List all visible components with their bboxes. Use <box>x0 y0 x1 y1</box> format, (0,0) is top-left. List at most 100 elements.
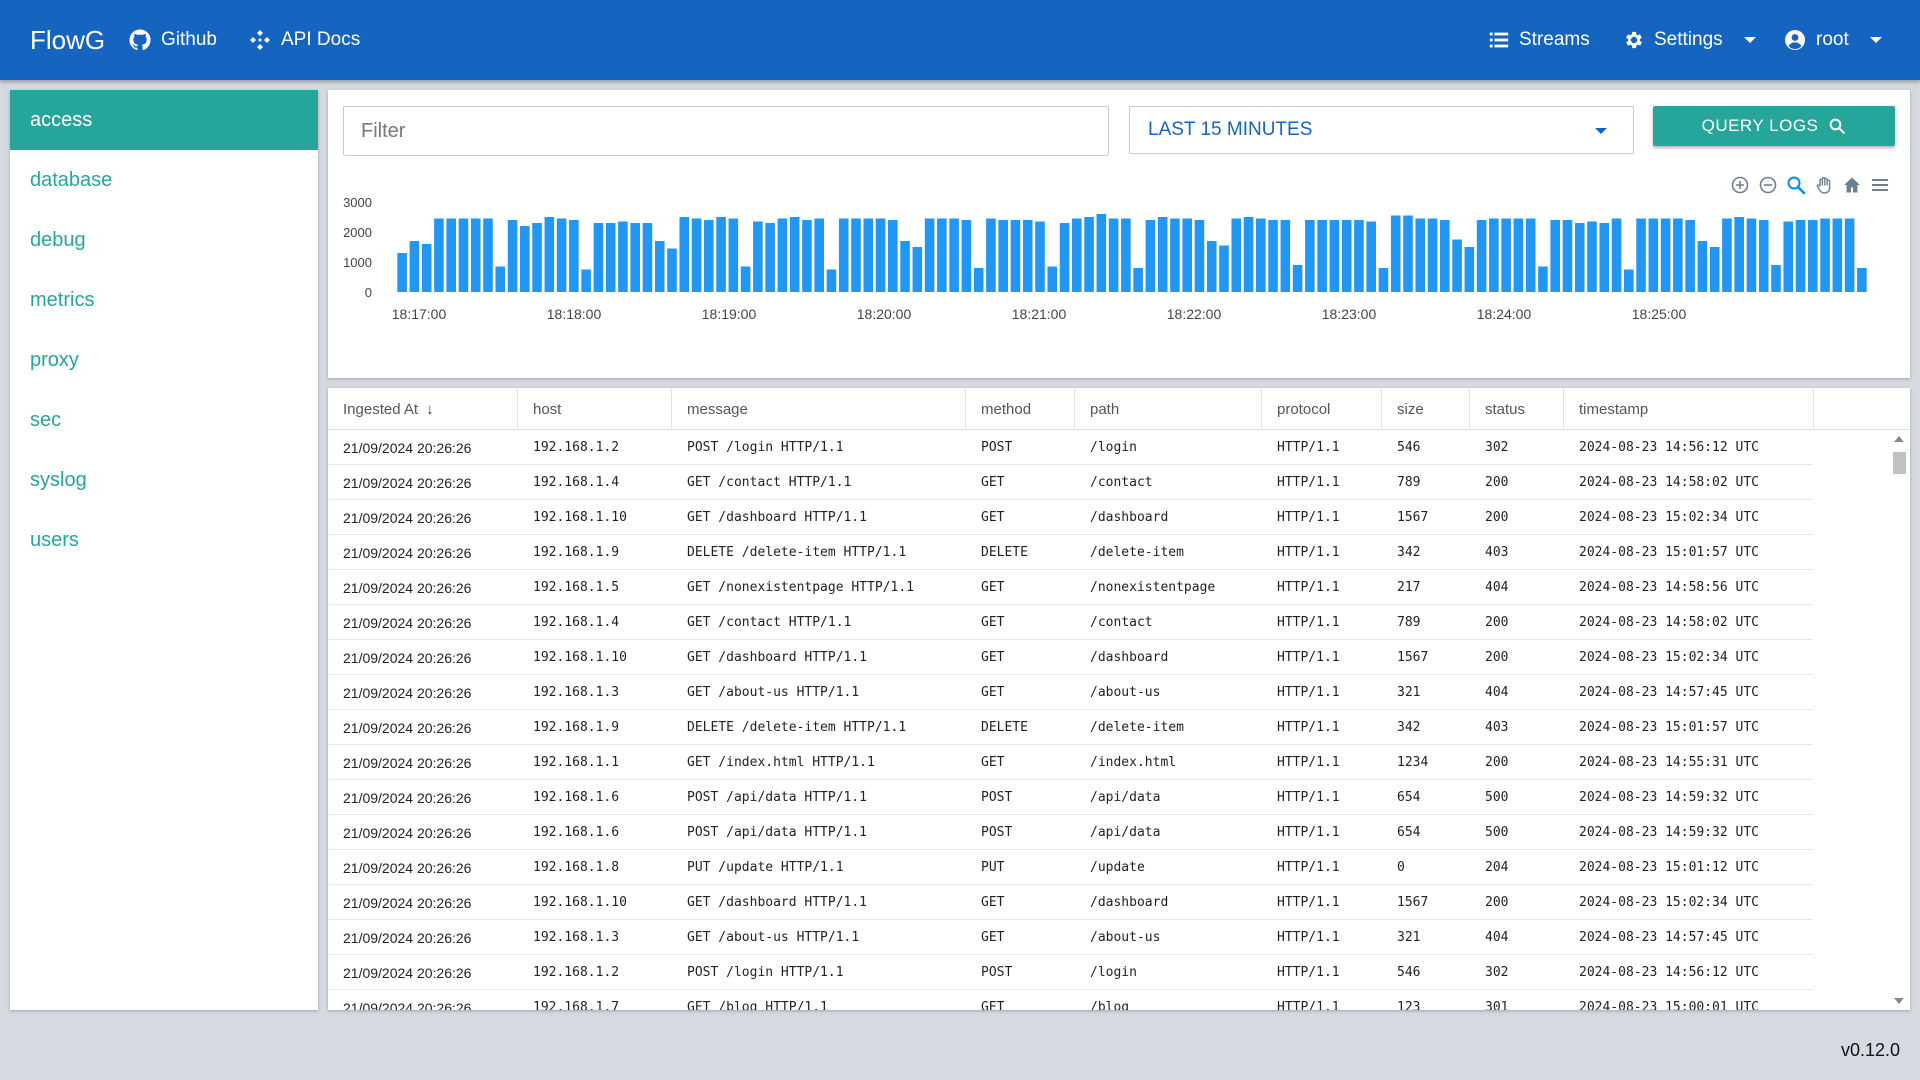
sidebar-item-proxy[interactable]: proxy <box>10 330 318 390</box>
github-link[interactable]: Github <box>128 27 217 53</box>
histogram-bar[interactable] <box>1341 220 1352 292</box>
histogram-bar[interactable] <box>1648 218 1659 293</box>
sidebar-item-users[interactable]: users <box>10 510 318 570</box>
histogram-bar[interactable] <box>1808 220 1818 292</box>
histogram-bar[interactable] <box>740 266 751 293</box>
histogram-bar[interactable] <box>1096 214 1107 292</box>
streams-link[interactable]: Streams <box>1488 27 1590 53</box>
histogram-bar[interactable] <box>544 217 555 292</box>
table-row[interactable]: 21/09/2024 20:26:26 192.168.1.6 POST /api/… <box>328 780 1813 815</box>
table-row[interactable]: 21/09/2024 20:26:26 192.168.1.10 GET /dash… <box>328 640 1813 675</box>
table-row[interactable]: 21/09/2024 20:26:26 192.168.1.3 GET /about… <box>328 675 1813 710</box>
histogram-bar[interactable] <box>1464 247 1475 292</box>
histogram-bar[interactable] <box>1722 218 1732 293</box>
histogram-bar[interactable] <box>753 221 763 293</box>
table-row[interactable]: 21/09/2024 20:26:26 192.168.1.2 POST /logi… <box>328 955 1813 990</box>
sidebar-item-metrics[interactable]: metrics <box>10 270 318 330</box>
sidebar-item-access[interactable]: access <box>10 90 318 150</box>
histogram-bar[interactable] <box>1415 218 1426 293</box>
histogram-bar[interactable] <box>520 226 530 292</box>
settings-menu[interactable]: Settings <box>1623 27 1756 53</box>
histogram-bar[interactable] <box>1219 245 1229 293</box>
histogram-bar[interactable] <box>826 269 837 293</box>
histogram-bar[interactable] <box>691 218 702 293</box>
column-header-protocol[interactable]: protocol <box>1262 388 1382 430</box>
sidebar-item-database[interactable]: database <box>10 150 318 210</box>
histogram-bar[interactable] <box>716 217 726 292</box>
histogram-bar[interactable] <box>1280 220 1291 292</box>
histogram-bar[interactable] <box>1795 220 1806 292</box>
filter-input[interactable] <box>343 106 1109 156</box>
histogram-bar[interactable] <box>605 223 616 292</box>
scroll-down-arrow-icon[interactable] <box>1894 998 1904 1004</box>
histogram-bar[interactable] <box>875 218 886 293</box>
histogram-bar[interactable] <box>667 248 677 293</box>
table-scrollbar[interactable] <box>1888 430 1910 1010</box>
column-header-host[interactable]: host <box>518 388 672 430</box>
histogram-bar[interactable] <box>1059 223 1070 292</box>
table-row[interactable]: 21/09/2024 20:26:26 192.168.1.7 GET /blog … <box>328 990 1813 1011</box>
table-row[interactable]: 21/09/2024 20:26:26 192.168.1.4 GET /conta… <box>328 605 1813 640</box>
histogram-bar[interactable] <box>495 266 506 293</box>
histogram-bar[interactable] <box>1035 221 1045 293</box>
histogram-bar[interactable] <box>937 218 947 293</box>
histogram-bar[interactable] <box>1440 220 1450 292</box>
histogram-bar[interactable] <box>1170 218 1180 293</box>
histogram-bar[interactable] <box>1660 218 1671 293</box>
histogram-bar[interactable] <box>814 218 824 293</box>
brand-logo[interactable]: FlowG <box>30 25 105 55</box>
histogram-bar[interactable] <box>1243 217 1254 292</box>
histogram-bar[interactable] <box>581 269 591 293</box>
histogram-bar[interactable] <box>1857 268 1867 292</box>
histogram-bar[interactable] <box>569 220 579 292</box>
histogram-bar[interactable] <box>1072 218 1082 293</box>
histogram-bar[interactable] <box>1783 221 1794 293</box>
table-row[interactable]: 21/09/2024 20:26:26 192.168.1.6 POST /api/… <box>328 815 1813 850</box>
histogram-bar[interactable] <box>1047 266 1058 293</box>
query-logs-button[interactable]: QUERY LOGS <box>1653 106 1895 146</box>
histogram-bar[interactable] <box>998 220 1008 292</box>
table-row[interactable]: 21/09/2024 20:26:26 192.168.1.5 GET /nonex… <box>328 570 1813 605</box>
histogram-bar[interactable] <box>1182 218 1192 293</box>
histogram-bar[interactable] <box>912 247 923 292</box>
histogram-bar[interactable] <box>1685 220 1695 292</box>
histogram-bar[interactable] <box>642 223 653 292</box>
histogram-bar[interactable] <box>1121 218 1131 293</box>
histogram-bar[interactable] <box>1010 220 1021 292</box>
histogram-bar[interactable] <box>1366 221 1376 293</box>
table-row[interactable]: 21/09/2024 20:26:26 192.168.1.4 GET /conta… <box>328 465 1813 500</box>
histogram-bar[interactable] <box>679 217 690 292</box>
histogram-bar[interactable] <box>1599 223 1610 292</box>
histogram-bar[interactable] <box>1501 218 1511 293</box>
histogram-bar[interactable] <box>1697 241 1708 292</box>
histogram-bar[interactable] <box>789 217 800 292</box>
histogram-bar[interactable] <box>1194 220 1205 292</box>
histogram-bar[interactable] <box>593 223 604 292</box>
histogram-bar[interactable] <box>458 218 469 293</box>
histogram-bar[interactable] <box>924 218 935 293</box>
histogram-bar[interactable] <box>888 220 898 292</box>
histogram-bar[interactable] <box>851 218 861 293</box>
histogram-bar[interactable] <box>973 268 984 292</box>
histogram-bar[interactable] <box>507 220 518 292</box>
histogram-bar[interactable] <box>1305 220 1315 292</box>
histogram-bar[interactable] <box>630 223 640 292</box>
column-header-message[interactable]: message <box>672 388 966 430</box>
histogram-bar[interactable] <box>618 221 628 293</box>
histogram-bar[interactable] <box>1157 217 1168 292</box>
histogram-bar[interactable] <box>838 218 849 293</box>
histogram-bar[interactable] <box>1292 265 1303 292</box>
histogram-bar[interactable] <box>704 220 714 292</box>
histogram-bar[interactable] <box>1550 220 1560 292</box>
sidebar-item-debug[interactable]: debug <box>10 210 318 270</box>
histogram-bar[interactable] <box>1574 223 1585 292</box>
histogram-bar[interactable] <box>1489 218 1499 293</box>
histogram-bar[interactable] <box>397 253 407 292</box>
user-menu[interactable]: root <box>1783 27 1882 53</box>
histogram-bar[interactable] <box>421 244 432 292</box>
histogram-bar[interactable] <box>1820 218 1830 293</box>
histogram-bar[interactable] <box>949 218 959 293</box>
table-row[interactable]: 21/09/2024 20:26:26 192.168.1.9 DELETE /de… <box>328 535 1813 570</box>
histogram-bar[interactable] <box>470 218 481 293</box>
histogram-bar[interactable] <box>728 218 739 293</box>
